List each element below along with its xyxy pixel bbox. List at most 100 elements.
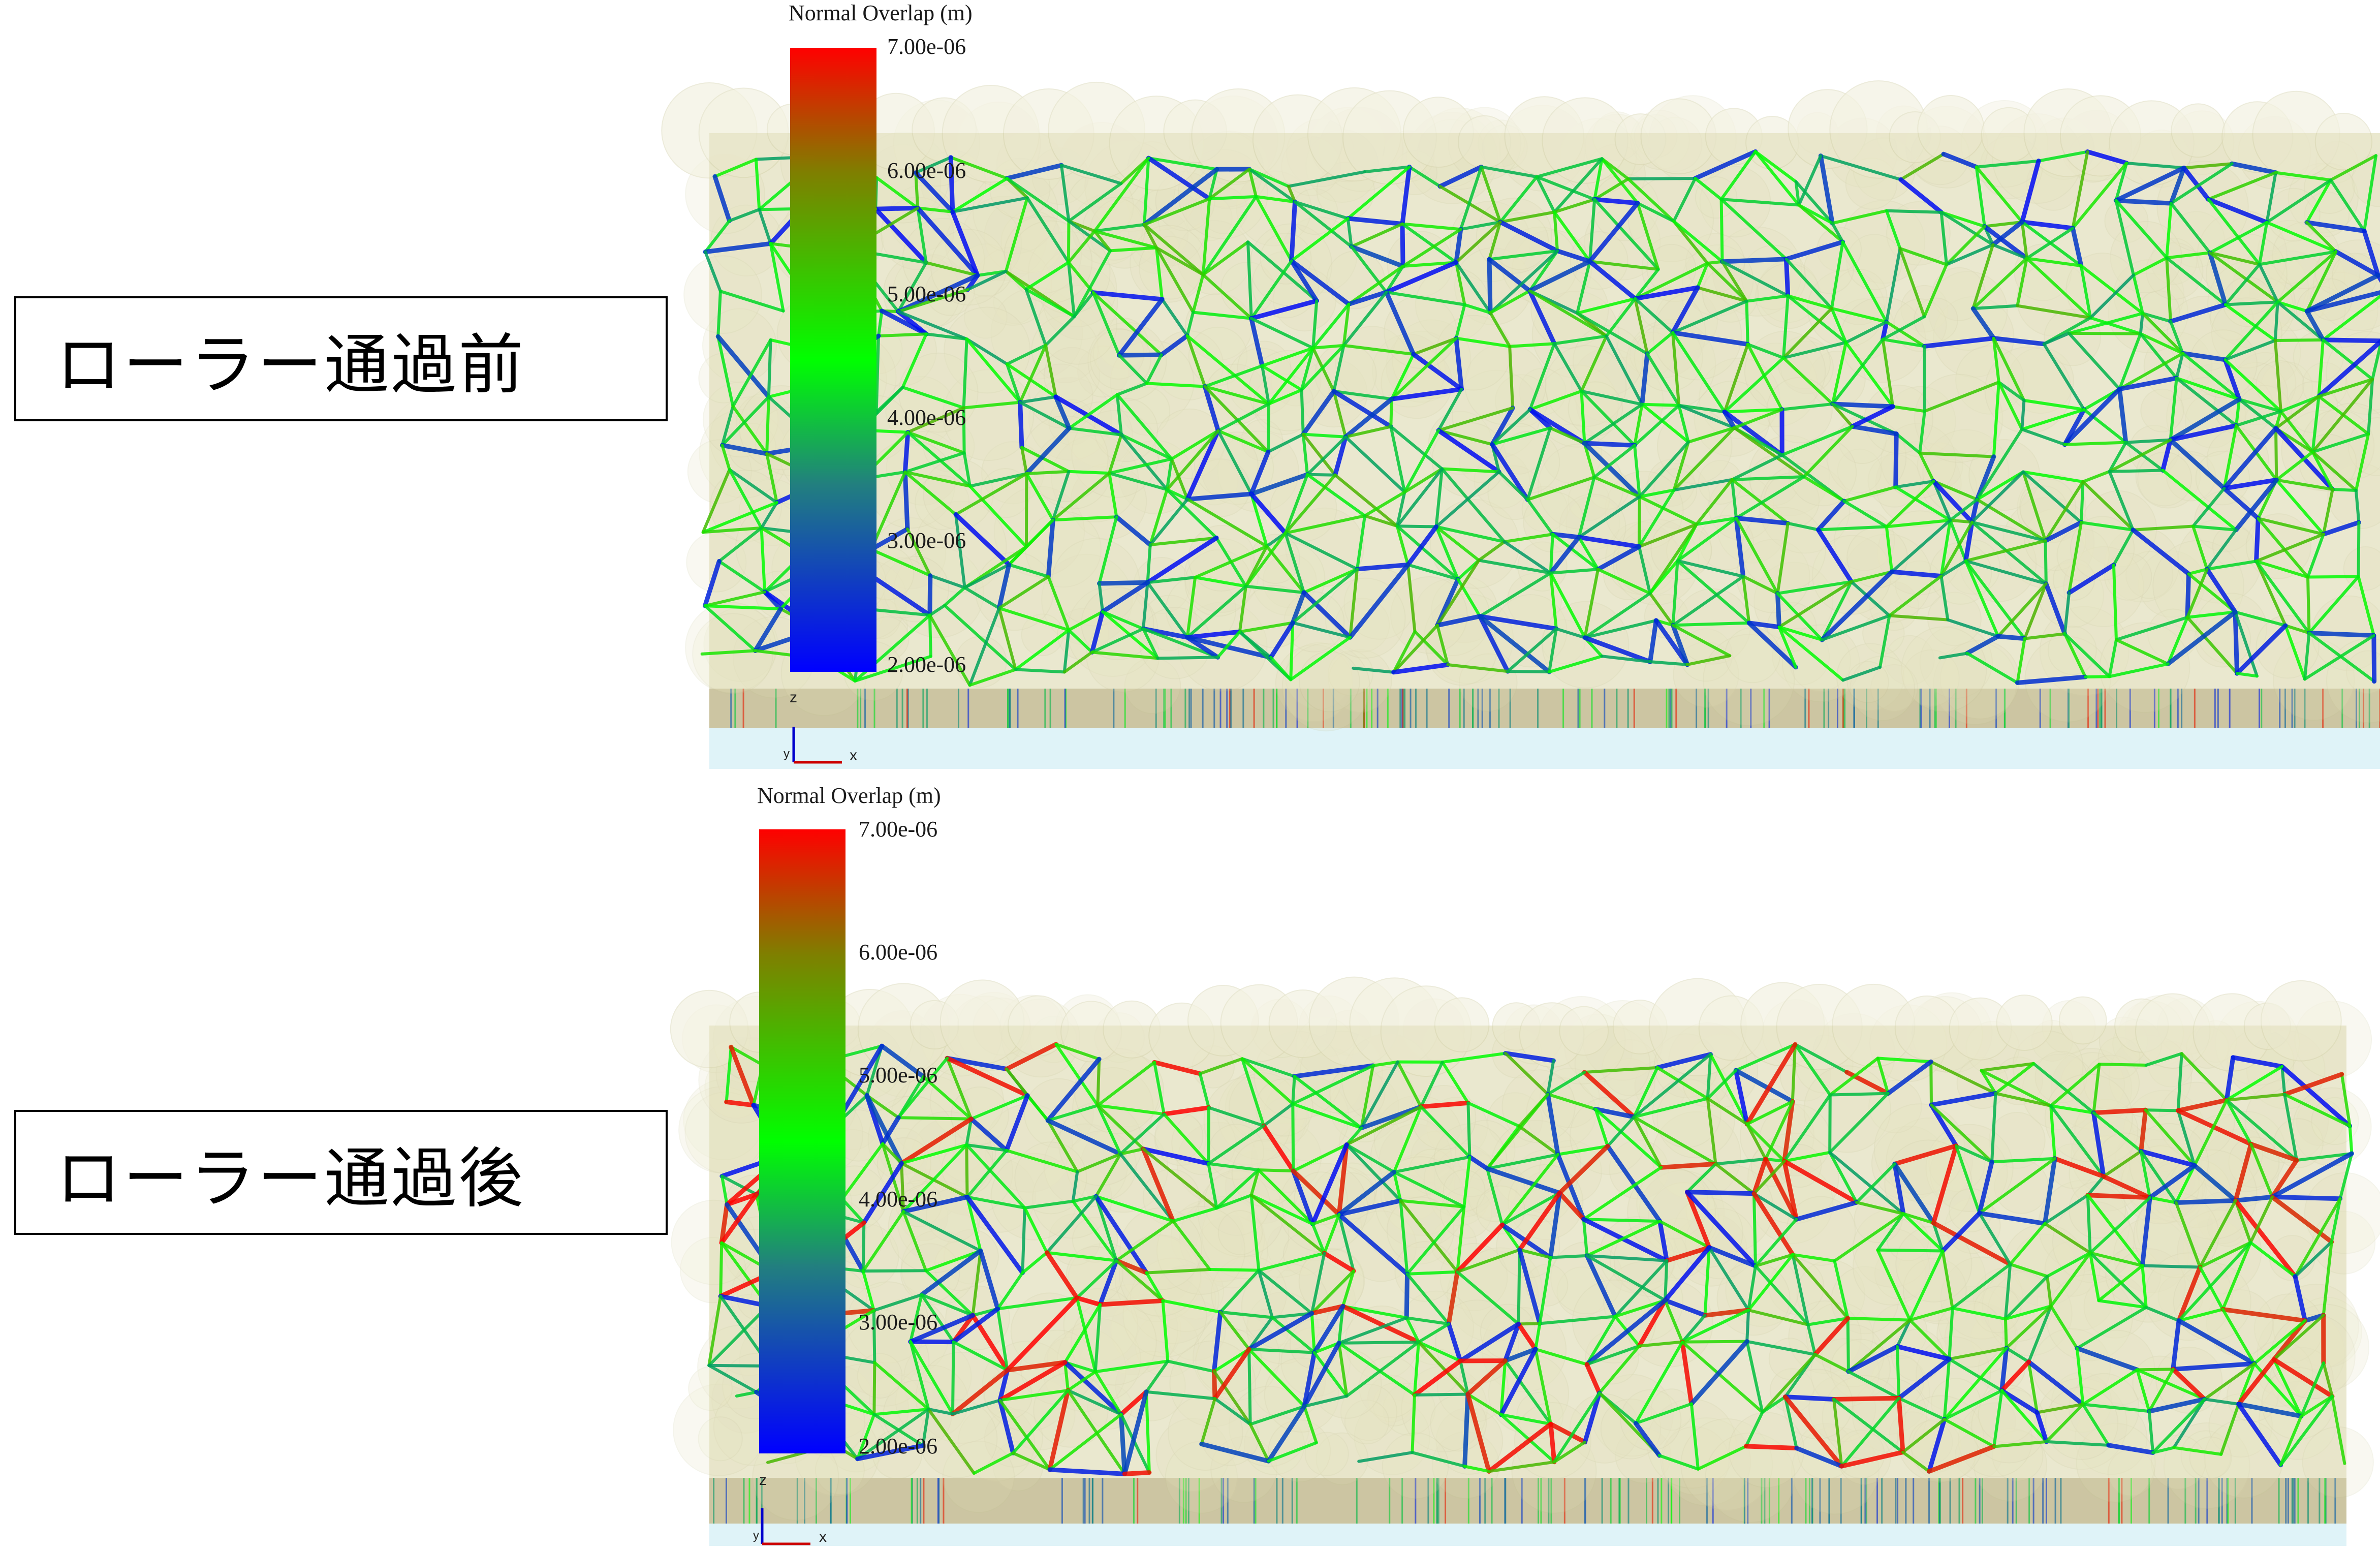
base-plate (709, 728, 2380, 769)
colorbar-tick: 4.00e-06 (859, 1187, 938, 1212)
contact-bond (1025, 470, 1071, 476)
contact-bond (876, 332, 928, 338)
contact-bond (1413, 1392, 1469, 1397)
contact-bond (2233, 609, 2240, 676)
contact-bond (2091, 1107, 2148, 1115)
base-plate (709, 1524, 2346, 1546)
particle (2302, 1426, 2374, 1498)
contact-bond (2141, 1264, 2202, 1269)
contact-bond (1752, 1192, 1757, 1268)
contact-bond (1018, 400, 1024, 450)
colorbar-tick: 6.00e-06 (859, 940, 938, 965)
contact-bond (902, 470, 910, 532)
contact-bond (1506, 670, 1551, 674)
contact-bond (1626, 177, 1697, 180)
contact-bond (1828, 1092, 1890, 1097)
particle (698, 1416, 743, 1462)
axis-label-z: z (759, 1472, 767, 1488)
contact-bond (2063, 441, 2127, 446)
contact-bond (2331, 487, 2358, 492)
contact-bond (2067, 331, 2142, 335)
contact-bond (2097, 1063, 2148, 1067)
contact-bond (1462, 1392, 1470, 1469)
particle (1570, 231, 1629, 290)
colorbar-tick: 2.00e-06 (887, 652, 966, 677)
colorbar-after (759, 829, 845, 1453)
contact-bond (1291, 1075, 1296, 1106)
colorbar-tick: 3.00e-06 (887, 528, 966, 553)
particle (2195, 450, 2250, 506)
contact-bond (1300, 388, 1305, 436)
contact-bond (2139, 312, 2144, 335)
contact-bond (2254, 516, 2261, 564)
colorbar-title-before: Normal Overlap (m) (789, 1, 973, 25)
contact-bond (724, 1099, 756, 1108)
contact-bond (1745, 1309, 1750, 1343)
colorbar-before (790, 48, 876, 672)
contact-bond (902, 430, 911, 475)
contact-bond (965, 1143, 969, 1199)
surface-particle (1917, 95, 1985, 163)
colorbar-tick: 6.00e-06 (887, 158, 966, 183)
simulation-panel-before: Normal Overlap (m) 7.00e-06 6.00e-06 5.0… (0, 0, 2380, 778)
contact-bond (1783, 257, 1791, 298)
contact-bond (1208, 1267, 1261, 1272)
contact-bond (1846, 1316, 1850, 1373)
colorbar-tick: 7.00e-06 (859, 817, 938, 842)
contact-bond (1257, 1168, 1295, 1173)
contact-bond (1289, 621, 1295, 681)
axis-label-y: y (784, 747, 790, 761)
particle (1231, 1139, 1300, 1207)
particle (1299, 650, 1360, 712)
contact-bond (1517, 1248, 1521, 1326)
particle (1929, 542, 1992, 605)
contact-bond (1949, 518, 1974, 524)
contact-bond (1097, 580, 1150, 586)
colorbar-tick: 5.00e-06 (859, 1063, 938, 1088)
contact-bond (1337, 1340, 1420, 1345)
contact-bond (1487, 257, 1493, 315)
contact-bond (1466, 1101, 1471, 1159)
contact-bond (2108, 469, 2165, 473)
contact-bond (1266, 402, 1271, 454)
particle (2140, 388, 2184, 432)
colorbar-tick: 7.00e-06 (887, 34, 966, 59)
colorbar-tick: 2.00e-06 (859, 1434, 938, 1459)
colorbar-tick: 5.00e-06 (887, 282, 966, 306)
contact-bond (1743, 1444, 1799, 1451)
contact-bond (1831, 1395, 1901, 1402)
contact-bond (2321, 337, 2380, 344)
contact-bond (1876, 1248, 1945, 1253)
particle (975, 551, 1054, 631)
contact-bond (1995, 634, 2027, 641)
particle-contact-network-before (661, 80, 2380, 769)
particle (1768, 1338, 1811, 1380)
contact-bond (2085, 1193, 2152, 1200)
contact-bond (1517, 1322, 1542, 1326)
particle-contact-network-after (670, 976, 2380, 1546)
contact-bond (1830, 401, 1895, 409)
contact-bond (1719, 198, 1724, 263)
contact-bond (1895, 1345, 1901, 1400)
surface-particle (2058, 996, 2107, 1045)
contact-bond (1664, 1259, 1669, 1302)
contact-bond (1096, 1058, 1101, 1107)
contact-bond (2174, 1198, 2238, 1205)
contact-bond (1745, 299, 1749, 346)
contact-bond (951, 1340, 955, 1416)
contact-bond (1885, 209, 1943, 214)
contact-bond (1389, 397, 1393, 428)
particle (1656, 408, 1733, 484)
contact-bond (2306, 631, 2376, 638)
contact-bond (719, 1241, 724, 1298)
axis-label-x: x (850, 747, 857, 764)
colorbar-title-after: Normal Overlap (m) (757, 783, 941, 808)
contact-bond (1582, 441, 1637, 448)
contact-bond (1640, 402, 1681, 407)
particle (1901, 626, 1987, 712)
contact-bond (2084, 675, 2111, 679)
contact-bond (897, 1116, 973, 1121)
axis-label-z: z (790, 689, 797, 706)
contact-bond (2306, 575, 2311, 635)
contact-bond (2113, 198, 2174, 206)
